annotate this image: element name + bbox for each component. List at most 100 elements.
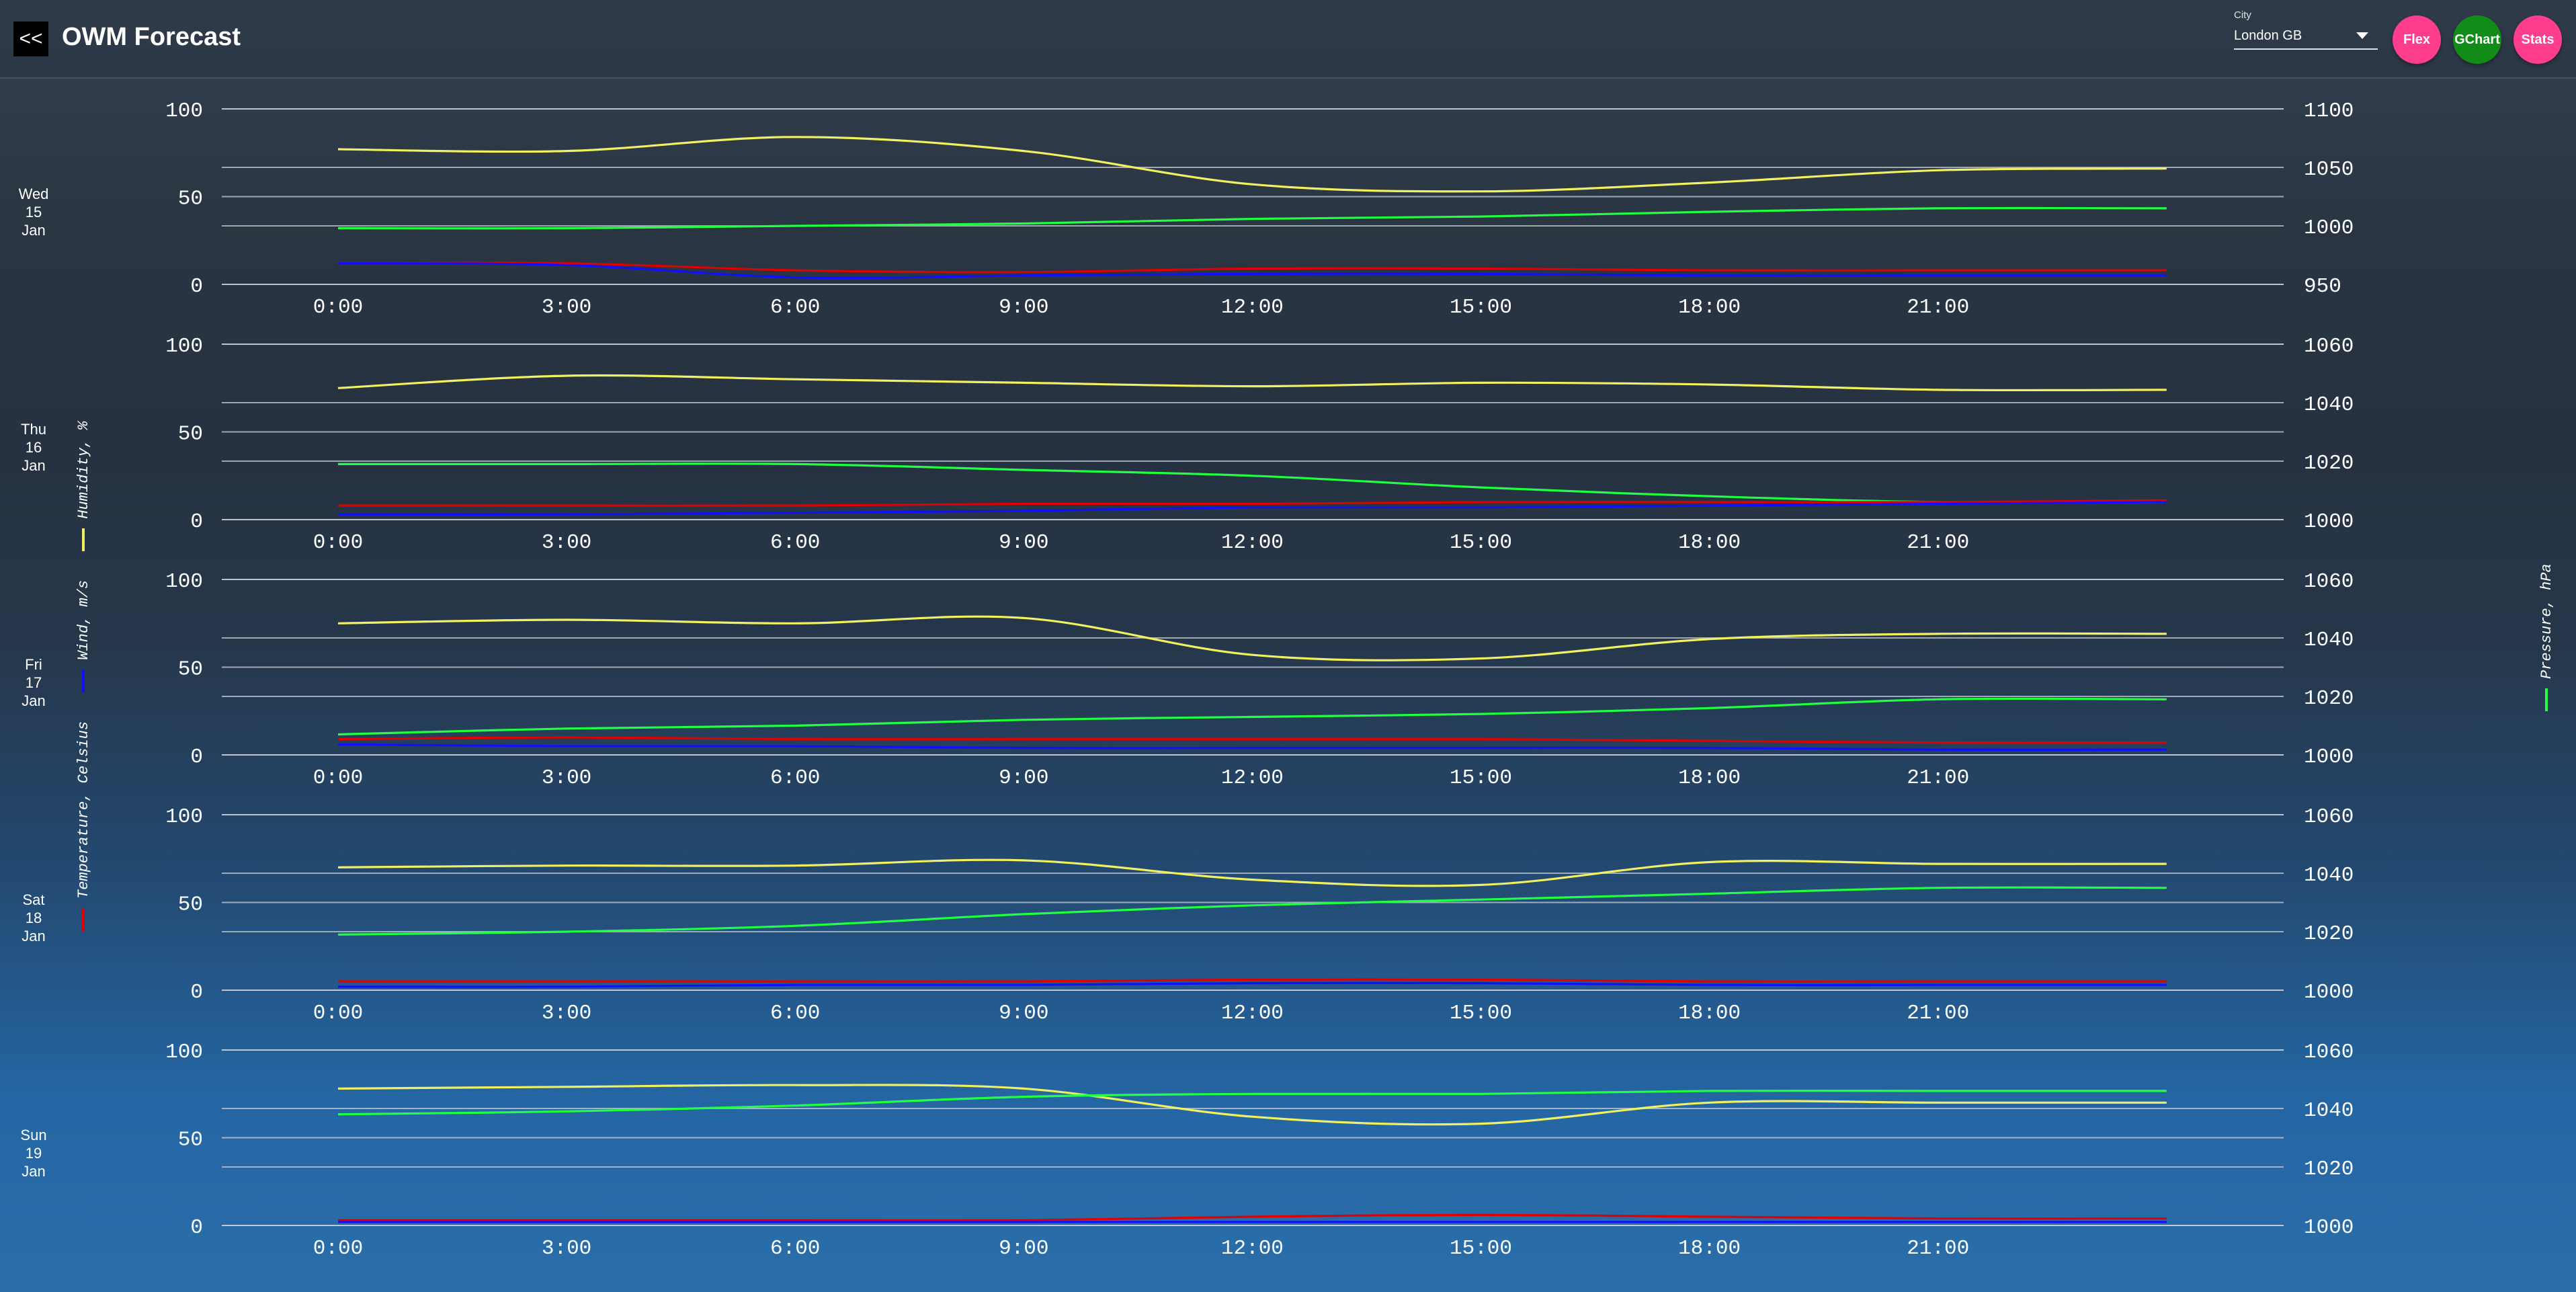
y-tick-left-label: 0 (190, 745, 203, 769)
series-line-temperature (337, 736, 2167, 744)
day-label: Jan (22, 457, 45, 474)
x-tick-label: 21:00 (1907, 531, 1969, 555)
legend-humidity: Humidity, % (75, 421, 92, 551)
y-tick-left-label: 100 (165, 805, 203, 829)
day-label: 15 (26, 204, 42, 220)
y-tick-left-label: 0 (190, 510, 203, 534)
day-label: Fri (25, 656, 42, 673)
y-tick-right-label: 1000 (2304, 745, 2354, 769)
legend-pressure-label: Pressure, hPa (2538, 563, 2555, 679)
y-tick-left-label: 50 (178, 423, 203, 446)
x-tick-label: 3:00 (542, 296, 591, 319)
x-tick-label: 6:00 (770, 766, 820, 790)
y-tick-right-label: 950 (2304, 275, 2341, 298)
y-tick-left-label: 0 (190, 981, 203, 1004)
day-label: Sun (20, 1127, 46, 1143)
x-tick-label: 6:00 (770, 296, 820, 319)
y-tick-right-label: 1040 (2304, 1099, 2354, 1123)
y-tick-left-label: 100 (165, 99, 203, 123)
x-tick-label: 12:00 (1221, 1002, 1284, 1025)
y-tick-left-label: 100 (165, 335, 203, 358)
day-label: 17 (26, 674, 42, 691)
day-chart-3: 100 50 0 1060 1040 1020 1000 0:00 3:00 6:00 9:00 12… (22, 805, 2354, 1025)
x-tick-label: 18:00 (1678, 766, 1741, 790)
y-tick-right-label: 1100 (2304, 99, 2354, 123)
x-tick-label: 21:00 (1907, 1002, 1969, 1025)
day-chart-4: 100 50 0 1060 1040 1020 1000 0:00 3:00 6:00 9:00 12… (20, 1041, 2354, 1260)
series-line-wind (337, 743, 2167, 751)
y-tick-right-label: 1050 (2304, 158, 2354, 181)
y-tick-left-label: 50 (178, 188, 203, 211)
x-tick-label: 21:00 (1907, 296, 1969, 319)
x-tick-label: 9:00 (999, 1002, 1048, 1025)
x-tick-label: 3:00 (542, 1002, 591, 1025)
y-tick-left-label: 50 (178, 893, 203, 917)
y-tick-right-label: 1040 (2304, 864, 2354, 887)
y-tick-left-label: 0 (190, 275, 203, 298)
y-tick-right-label: 1020 (2304, 687, 2354, 711)
x-tick-label: 15:00 (1450, 1002, 1512, 1025)
legend-temperature: Temperature, Celsius (75, 721, 92, 931)
legend-wind-label: Wind, m/s (75, 579, 92, 660)
y-tick-right-label: 1000 (2304, 981, 2354, 1004)
x-tick-label: 6:00 (770, 531, 820, 555)
y-tick-right-label: 1060 (2304, 570, 2354, 594)
x-tick-label: 6:00 (770, 1237, 820, 1260)
x-tick-label: 12:00 (1221, 1237, 1284, 1260)
x-tick-label: 9:00 (999, 766, 1048, 790)
x-tick-label: 6:00 (770, 1002, 820, 1025)
x-tick-label: 15:00 (1450, 296, 1512, 319)
x-tick-label: 9:00 (999, 1237, 1048, 1260)
x-tick-label: 3:00 (542, 1237, 591, 1260)
day-label: Thu (21, 421, 46, 438)
forecast-charts: 1005001100105010009500:00 3:00 6:00 9:00 12:… (19, 99, 2354, 1260)
x-tick-label: 15:00 (1450, 531, 1512, 555)
x-tick-label: 12:00 (1221, 531, 1284, 555)
series-line-humidity (337, 136, 2167, 193)
series-line-humidity (337, 374, 2167, 392)
y-tick-right-label: 1040 (2304, 393, 2354, 417)
x-tick-label: 12:00 (1221, 766, 1284, 790)
x-tick-label: 18:00 (1678, 1237, 1741, 1260)
x-tick-label: 18:00 (1678, 531, 1741, 555)
day-chart-0: 100 50 0 1100 1050 1000 950 0:00 3:00 6:00 9:00 12:… (19, 99, 2354, 319)
x-tick-label: 12:00 (1221, 296, 1284, 319)
y-tick-right-label: 1000 (2304, 216, 2354, 240)
day-label: 19 (26, 1145, 42, 1162)
y-tick-left-label: 100 (165, 570, 203, 594)
y-tick-right-label: 1020 (2304, 1158, 2354, 1181)
x-tick-label: 15:00 (1450, 766, 1512, 790)
y-tick-left-label: 100 (165, 1041, 203, 1064)
series-line-pressure (337, 462, 2167, 504)
x-tick-label: 0:00 (313, 531, 363, 555)
day-label: Jan (22, 1163, 45, 1180)
x-tick-label: 3:00 (542, 531, 591, 555)
series-line-temperature (338, 1213, 2167, 1222)
y-tick-right-label: 1020 (2304, 922, 2354, 946)
x-tick-label: 0:00 (313, 1237, 363, 1260)
x-tick-label: 0:00 (313, 766, 363, 790)
day-label: Jan (22, 222, 45, 239)
legend-temperature-label: Temperature, Celsius (75, 721, 92, 899)
y-tick-left-label: 50 (178, 1129, 203, 1152)
x-tick-label: 0:00 (313, 296, 363, 319)
x-tick-label: 9:00 (999, 531, 1048, 555)
x-tick-label: 3:00 (542, 766, 591, 790)
series-line-pressure (337, 886, 2167, 936)
x-tick-label: 9:00 (999, 296, 1048, 319)
legend-pressure: Pressure, hPa (2538, 563, 2555, 711)
day-chart-1: 100 50 0 1060 1040 1020 1000 0:00 3:00 6:00 9:00 12… (21, 335, 2354, 555)
day-label: Wed (19, 186, 49, 202)
y-tick-right-label: 1060 (2304, 335, 2354, 358)
y-tick-left-label: 50 (178, 658, 203, 682)
legend-humidity-label: Humidity, % (75, 421, 92, 519)
x-tick-label: 21:00 (1907, 766, 1969, 790)
series-line-pressure (337, 697, 2167, 736)
day-label: 18 (26, 910, 42, 926)
y-tick-right-label: 1000 (2304, 1216, 2354, 1240)
day-label: Jan (22, 692, 45, 709)
y-tick-right-label: 1040 (2304, 629, 2354, 652)
day-chart-2: 100 50 0 1060 1040 1020 1000 0:00 3:00 6:00 9:00 12… (22, 570, 2354, 790)
x-tick-label: 18:00 (1678, 1002, 1741, 1025)
y-tick-right-label: 1060 (2304, 805, 2354, 829)
